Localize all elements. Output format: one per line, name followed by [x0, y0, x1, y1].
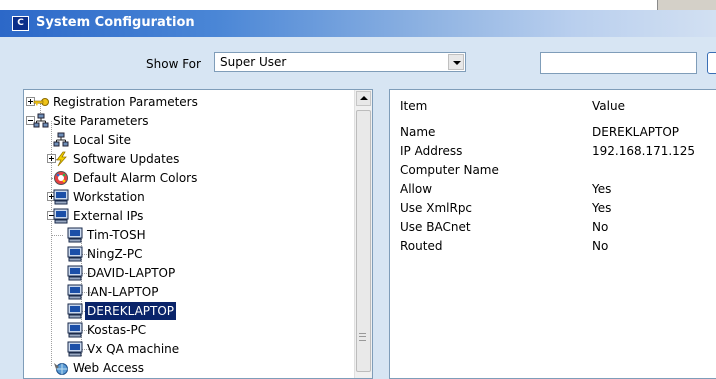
tree-item-label: Software Updates — [73, 152, 180, 166]
property-value[interactable]: 192.168.171.125 — [592, 144, 695, 158]
property-value[interactable]: No — [592, 220, 608, 234]
tree-item-label: Registration Parameters — [53, 95, 198, 109]
property-value[interactable]: Yes — [592, 201, 611, 215]
tree-item-label: Kostas-PC — [87, 323, 147, 337]
tree-item-ian-laptop[interactable]: IAN-LAPTOP — [36, 283, 336, 301]
show-for-label: Show For — [146, 57, 201, 71]
title-bar[interactable]: C System Configuration — [0, 10, 716, 37]
tree-item-local-site[interactable]: Local Site — [36, 131, 336, 149]
tree-item-label: DEREKLAPTOP — [85, 302, 177, 320]
main-area: Registration Parameters Site Parameters Lo… — [0, 87, 716, 379]
top-strip — [0, 0, 716, 10]
computer-icon — [53, 208, 69, 224]
computer-icon — [53, 189, 69, 205]
computer-icon — [67, 246, 83, 262]
property-name: Use XmlRpc — [400, 201, 473, 215]
tree-item-workstation[interactable]: Workstation — [36, 188, 336, 206]
tree-item-label: Tim-TOSH — [87, 228, 146, 242]
scroll-grip-icon — [359, 333, 366, 341]
tree-item-label: Default Alarm Colors — [73, 171, 198, 185]
computer-icon — [67, 303, 83, 319]
tree-item-registration-parameters[interactable]: Registration Parameters — [26, 93, 336, 111]
property-value[interactable]: DEREKLAPTOP — [592, 125, 679, 139]
tree-item-label: Web Access — [73, 361, 145, 375]
tree-item-label: DAVID-LAPTOP — [87, 266, 176, 280]
tree-item-dereklaptop[interactable]: DEREKLAPTOP — [36, 302, 336, 320]
computer-icon — [67, 322, 83, 338]
lightning-icon — [53, 151, 69, 167]
computer-icon — [67, 284, 83, 300]
tree-scrollbar[interactable] — [354, 90, 372, 378]
tree-item-label: Local Site — [73, 133, 131, 147]
tree-item-site-parameters[interactable]: Site Parameters — [26, 112, 336, 130]
property-name: Routed — [400, 239, 443, 253]
tree-item-tim-tosh[interactable]: Tim-TOSH — [36, 226, 336, 244]
tree-item-label: IAN-LAPTOP — [87, 285, 159, 299]
property-name: Allow — [400, 182, 433, 196]
computer-icon — [67, 227, 83, 243]
search-button[interactable] — [707, 52, 716, 74]
show-for-value: Super User — [220, 55, 287, 69]
tree-item-ningz-pc[interactable]: NingZ-PC — [36, 245, 336, 263]
globe-icon — [53, 360, 69, 376]
tree-item-web-access[interactable]: Web Access — [36, 359, 336, 377]
property-name: Computer Name — [400, 163, 499, 177]
app-icon: C — [12, 16, 29, 31]
scroll-up-button[interactable] — [356, 91, 371, 106]
search-input[interactable] — [540, 52, 697, 74]
property-value[interactable]: Yes — [592, 182, 611, 196]
tree-item-label: NingZ-PC — [87, 247, 143, 261]
network-icon — [53, 132, 69, 148]
computer-icon — [67, 265, 83, 281]
tree-item-label: Workstation — [73, 190, 145, 204]
show-for-select[interactable]: Super User — [214, 52, 466, 72]
column-header-value[interactable]: Value — [592, 99, 625, 113]
tree-item-label: Vx QA machine — [87, 342, 180, 356]
tree-item-label: Site Parameters — [53, 114, 149, 128]
tree-item-software-updates[interactable]: Software Updates — [36, 150, 336, 168]
network-icon — [33, 113, 49, 129]
column-header-item[interactable]: Item — [400, 99, 427, 113]
computer-icon — [67, 341, 83, 357]
property-value[interactable]: No — [592, 239, 608, 253]
tree-item-default-alarm-colors[interactable]: Default Alarm Colors — [36, 169, 336, 187]
property-name: IP Address — [400, 144, 463, 158]
palette-icon — [53, 170, 69, 186]
window-title: System Configuration — [36, 15, 195, 30]
property-name: Name — [400, 125, 436, 139]
tree-item-external-ips[interactable]: External IPs — [36, 207, 336, 225]
key-icon — [33, 94, 49, 110]
properties-grid: Item Value Name DEREKLAPTOP IP Address 192.… — [389, 89, 716, 379]
tree-item-vx-qa-machine[interactable]: Vx QA machine — [36, 340, 336, 358]
toolbar: Show For Super User — [0, 37, 716, 87]
tree-item-david-laptop[interactable]: DAVID-LAPTOP — [36, 264, 336, 282]
chevron-down-icon[interactable] — [448, 54, 464, 70]
tree-item-kostas-pc[interactable]: Kostas-PC — [36, 321, 336, 339]
config-tree[interactable]: Registration Parameters Site Parameters Lo… — [23, 89, 373, 379]
window-frame-corner — [657, 0, 716, 10]
property-name: Use BACnet — [400, 220, 471, 234]
tree-item-label: External IPs — [73, 209, 144, 223]
